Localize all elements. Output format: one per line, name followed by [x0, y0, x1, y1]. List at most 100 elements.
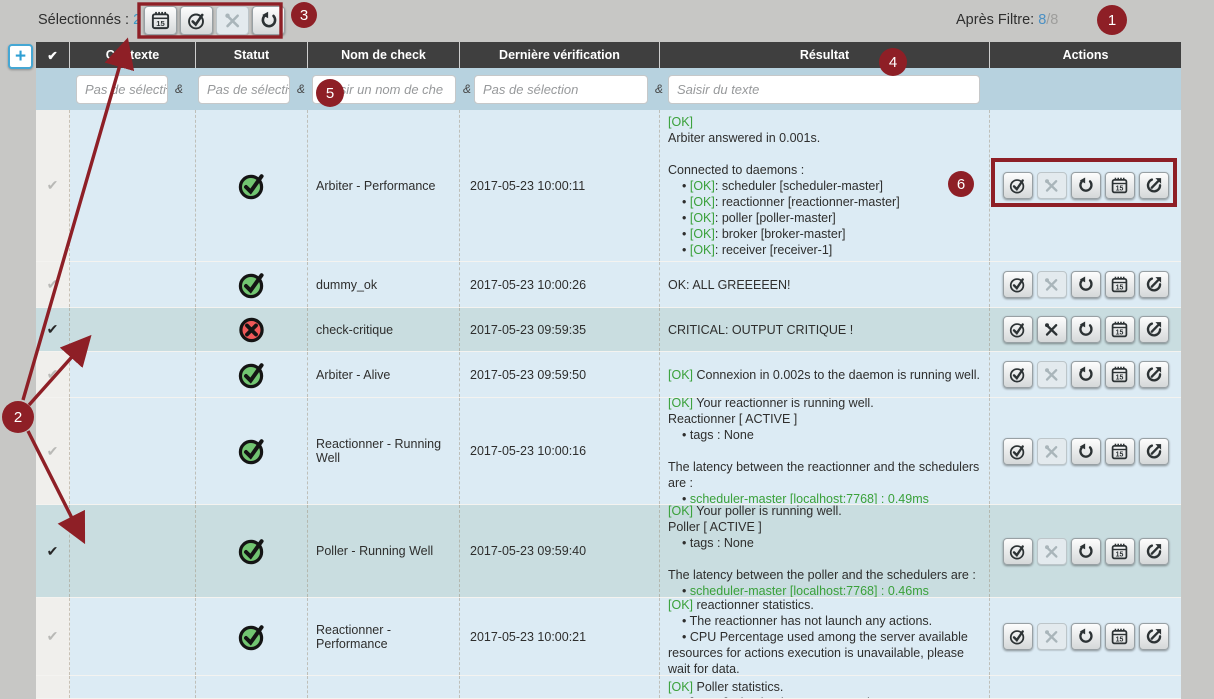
row-downtime-button[interactable]: 15 — [1105, 316, 1135, 343]
status-cell — [196, 352, 308, 397]
result-line: [OK] reactionner statistics. — [668, 598, 981, 613]
row-select-cell[interactable]: ✔ — [36, 398, 70, 504]
row-downtime-button[interactable]: 15 — [1105, 271, 1135, 298]
row-acknowledge-button[interactable] — [1003, 172, 1033, 199]
row-fix-button[interactable] — [1037, 538, 1067, 565]
row-recheck-button[interactable] — [1071, 623, 1101, 650]
bulk-actions-group: 15 — [144, 6, 285, 35]
status-ok-icon — [235, 622, 269, 652]
check-name: Arbiter - Performance — [308, 110, 460, 261]
last-check-time: 2017-05-23 09:59:35 — [460, 308, 660, 351]
context-cell — [70, 398, 196, 504]
scheduler-link[interactable]: scheduler-master [localhost:7768] : 0.46… — [690, 584, 929, 597]
row-downtime-button[interactable]: 15 — [1105, 623, 1135, 650]
row-launch-button[interactable] — [1139, 316, 1169, 343]
row-select-cell[interactable] — [36, 676, 70, 698]
row-acknowledge-button[interactable] — [1003, 623, 1033, 650]
scheduler-link[interactable]: scheduler-master [localhost:7768] : 0.49… — [690, 492, 929, 504]
row-fix-button[interactable] — [1037, 271, 1067, 298]
row-selected-check-icon: ✔ — [47, 276, 59, 293]
selected-count-value[interactable]: 2 — [133, 12, 141, 28]
row-recheck-button[interactable] — [1071, 172, 1101, 199]
status-filter-select[interactable]: Pas de sélecti — [198, 75, 290, 104]
result-segment: Your reactionner is running well. — [693, 398, 874, 410]
result-filter-input[interactable] — [677, 76, 971, 103]
row-select-cell[interactable]: ✔ — [36, 505, 70, 597]
row-fix-button[interactable] — [1037, 172, 1067, 199]
row-select-cell[interactable]: ✔ — [36, 352, 70, 397]
row-launch-button[interactable] — [1139, 271, 1169, 298]
row-acknowledge-button[interactable] — [1003, 361, 1033, 388]
row-launch-button[interactable] — [1139, 438, 1169, 465]
date-filter-input[interactable] — [483, 76, 639, 103]
row-selected-check-icon: ✔ — [47, 543, 59, 560]
row-downtime-button[interactable]: 15 — [1105, 538, 1135, 565]
add-button[interactable]: + — [8, 44, 33, 69]
actions-cell — [990, 676, 1181, 698]
last-check-time — [460, 676, 660, 698]
calendar-icon: 15 — [1110, 320, 1129, 339]
row-launch-button[interactable] — [1139, 172, 1169, 199]
filter-and-separator: & — [655, 82, 663, 96]
status-cell — [196, 110, 308, 261]
row-acknowledge-button[interactable] — [1003, 438, 1033, 465]
bulk-downtime-button[interactable]: 15 — [144, 6, 177, 35]
undo-icon — [258, 10, 279, 31]
export-icon — [1144, 627, 1163, 646]
tools-icon — [222, 10, 243, 31]
bulk-recheck-button[interactable] — [252, 6, 285, 35]
row-fix-button[interactable] — [1037, 438, 1067, 465]
last-check-time: 2017-05-23 09:59:40 — [460, 505, 660, 597]
row-fix-button[interactable] — [1037, 361, 1067, 388]
row-select-cell[interactable]: ✔ — [36, 110, 70, 261]
check-name: dummy_ok — [308, 262, 460, 307]
result-segment: Your poller is running well. — [693, 505, 842, 518]
column-header-select-all[interactable]: ✔ — [36, 42, 70, 68]
row-recheck-button[interactable] — [1071, 438, 1101, 465]
row-select-cell[interactable]: ✔ — [36, 598, 70, 675]
row-select-cell[interactable]: ✔ — [36, 308, 70, 351]
bulk-acknowledge-button[interactable] — [180, 6, 213, 35]
row-launch-button[interactable] — [1139, 361, 1169, 388]
row-acknowledge-button[interactable] — [1003, 538, 1033, 565]
filter-and-separator: & — [175, 82, 183, 96]
column-header-actions: Actions — [990, 42, 1181, 68]
table-row: ✔Arbiter - Performance2017-05-23 10:00:1… — [36, 110, 1181, 262]
row-acknowledge-button[interactable] — [1003, 316, 1033, 343]
calendar-icon: 15 — [1110, 442, 1129, 461]
result-segment: The latency between the reactionner and … — [668, 460, 979, 490]
row-recheck-button[interactable] — [1071, 271, 1101, 298]
row-downtime-button[interactable]: 15 — [1105, 172, 1135, 199]
row-downtime-button[interactable]: 15 — [1105, 361, 1135, 388]
context-filter-select[interactable]: Pas de sélecti — [76, 75, 168, 104]
export-icon — [1144, 365, 1163, 384]
calendar-icon: 15 — [150, 10, 171, 31]
result-cell: [OK] reactionner statistics.• The reacti… — [660, 598, 990, 675]
check-name: Reactionner - Running Well — [308, 398, 460, 504]
row-launch-button[interactable] — [1139, 538, 1169, 565]
result-segment: reactionner statistics. — [693, 598, 814, 612]
row-recheck-button[interactable] — [1071, 316, 1101, 343]
row-selected-check-icon: ✔ — [47, 366, 59, 383]
result-segment: CPU Percentage used among the server ava… — [668, 630, 968, 676]
selected-count-label: Sélectionnés : 2 — [38, 12, 141, 28]
table-row: ✔Poller - Running Well2017-05-23 09:59:4… — [36, 505, 1181, 598]
column-header-check-name: Nom de check — [308, 42, 460, 68]
row-select-cell[interactable]: ✔ — [36, 262, 70, 307]
row-fix-button[interactable] — [1037, 623, 1067, 650]
result-line: • The reactionner has not launch any act… — [668, 613, 981, 629]
name-filter-input[interactable] — [321, 76, 447, 103]
row-recheck-button[interactable] — [1071, 361, 1101, 388]
result-line: [OK] Your reactionner is running well. — [668, 398, 981, 411]
row-acknowledge-button[interactable] — [1003, 271, 1033, 298]
bulk-fix-button[interactable] — [216, 6, 249, 35]
result-segment: Poller [ ACTIVE ] — [668, 520, 762, 534]
row-launch-button[interactable] — [1139, 623, 1169, 650]
result-segment: The reactionner has not launch any actio… — [690, 614, 933, 628]
tools-icon — [1042, 542, 1061, 561]
filter-row: Pas de sélecti & Pas de sélecti & & & — [36, 68, 1181, 110]
row-downtime-button[interactable]: 15 — [1105, 438, 1135, 465]
row-fix-button[interactable] — [1037, 316, 1067, 343]
row-recheck-button[interactable] — [1071, 538, 1101, 565]
result-cell: OK: ALL GREEEEEN! — [660, 262, 990, 307]
